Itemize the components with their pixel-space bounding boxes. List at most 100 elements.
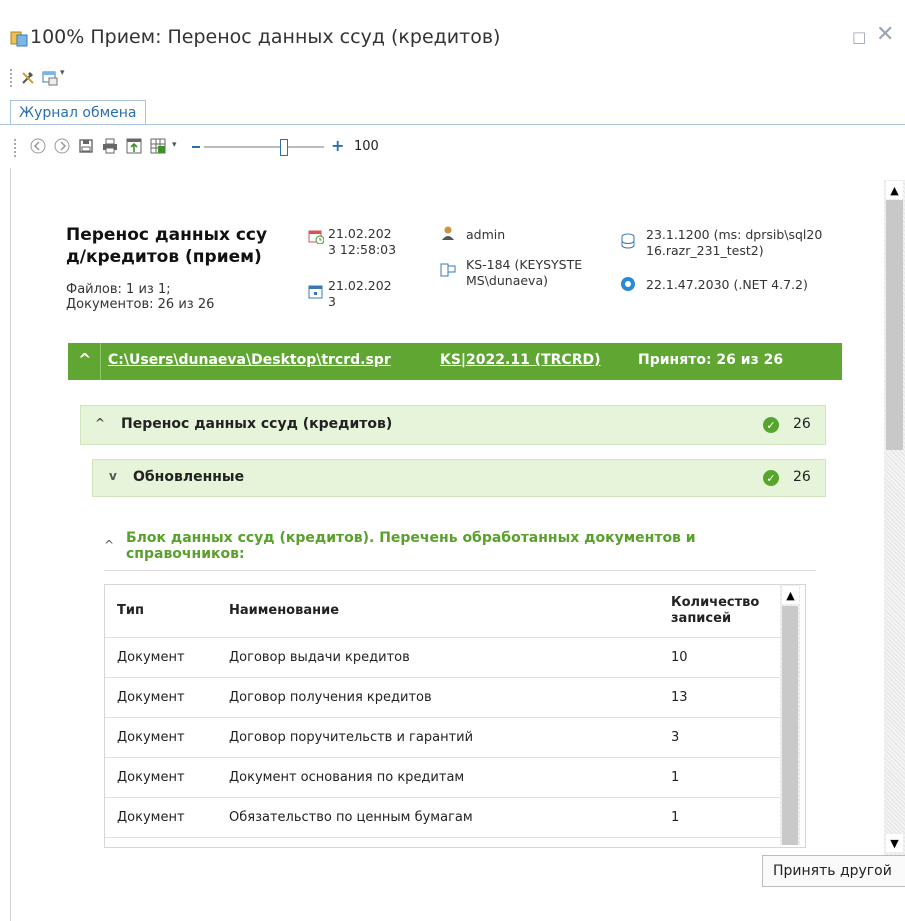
- window-dropdown-icon[interactable]: ▾: [60, 68, 65, 78]
- header-count-line1: Количество: [671, 595, 760, 610]
- end-date-line2: 3: [328, 294, 336, 309]
- report-title: Перенос данных ссу д/кредитов (прием): [66, 224, 286, 268]
- file-path-link[interactable]: C:\Users\dunaeva\Desktop\trcrd.spr: [108, 352, 391, 368]
- file-format-link[interactable]: KS|2022.11 (TRCRD): [440, 352, 601, 368]
- table-row[interactable]: Документ Договор выдачи кредитов 10: [105, 638, 781, 678]
- zoom-in-icon[interactable]: +: [331, 137, 344, 155]
- end-date-line1: 21.02.202: [328, 278, 392, 293]
- section-label: Обновленные: [133, 469, 245, 485]
- content-frame-border: [10, 168, 11, 921]
- zoom-out-icon[interactable]: [192, 146, 200, 148]
- cell-name: Обязательство по ценным бумагам: [229, 810, 473, 825]
- tab-divider: [0, 124, 905, 125]
- section-count: 26: [793, 416, 811, 432]
- toolbar-grip[interactable]: [10, 69, 15, 87]
- documents-count: Документов: 26 из 26: [66, 297, 215, 312]
- cell-type: Документ: [117, 730, 185, 745]
- table-export-icon[interactable]: [148, 136, 168, 156]
- content-scrollbar-thumb[interactable]: [886, 200, 903, 450]
- back-icon[interactable]: [28, 136, 48, 156]
- cell-name: Документ основания по кредитам: [229, 770, 465, 785]
- block-title: Блок данных ссуд (кредитов). Перечень об…: [126, 530, 696, 562]
- database-icon: [621, 233, 635, 249]
- window-icon[interactable]: [42, 70, 58, 86]
- section-transfer[interactable]: ^ Перенос данных ссуд (кредитов) ✓ 26: [80, 405, 826, 445]
- zoom-value: 100: [354, 139, 379, 154]
- computer-icon: [440, 263, 456, 277]
- app-icon: [10, 31, 28, 47]
- documents-table: Тип Наименование Количество записей Доку…: [104, 584, 806, 848]
- version-icon: [621, 277, 635, 291]
- cell-count: 10: [671, 650, 688, 665]
- cell-name: Договор выдачи кредитов: [229, 650, 410, 665]
- machine-line2: MS\dunaeva): [466, 273, 548, 288]
- db-line2: 16.razr_231_test2): [646, 243, 764, 258]
- cell-type: Документ: [117, 650, 185, 665]
- cell-count: 13: [671, 690, 688, 705]
- user-name: admin: [466, 227, 506, 242]
- collapse-chevron-icon[interactable]: ^: [95, 416, 105, 430]
- zoom-slider-thumb[interactable]: [280, 139, 288, 156]
- file-bar-divider: [100, 343, 101, 380]
- header-count[interactable]: Количество записей: [671, 595, 759, 627]
- user-icon: [442, 226, 454, 240]
- table-row[interactable]: Документ Обязательство по ценным бумагам…: [105, 798, 781, 838]
- scroll-down-arrow[interactable]: ▼: [886, 834, 903, 852]
- window-title: 100% Прием: Перенос данных ссуд (кредито…: [30, 26, 501, 48]
- collapse-chevron-icon[interactable]: ^: [78, 350, 91, 369]
- zoom-slider-track[interactable]: [204, 146, 324, 148]
- section-updated[interactable]: v Обновленные ✓ 26: [92, 459, 826, 497]
- toolbar-report: ▾ + 100: [14, 136, 494, 160]
- table-header-row: Тип Наименование Количество записей: [105, 585, 781, 638]
- toolbar-grip[interactable]: [14, 139, 19, 157]
- table-scroll-up-arrow[interactable]: ▲: [782, 586, 799, 604]
- tab-journal[interactable]: Журнал обмена: [10, 100, 146, 125]
- header-name[interactable]: Наименование: [229, 603, 339, 618]
- section-label: Перенос данных ссуд (кредитов): [121, 416, 393, 432]
- cell-type: Документ: [117, 770, 185, 785]
- cell-name: Договор поручительств и гарантий: [229, 730, 474, 745]
- expand-chevron-icon[interactable]: v: [109, 469, 117, 483]
- machine-name: KS-184 (KEYSYSTE MS\dunaeva): [466, 257, 582, 289]
- machine-line1: KS-184 (KEYSYSTE: [466, 257, 583, 272]
- collapse-chevron-icon[interactable]: ^: [104, 538, 114, 552]
- table-scrollbar-thumb[interactable]: [782, 606, 798, 845]
- export-icon[interactable]: [124, 136, 144, 156]
- version-info: 22.1.47.2030 (.NET 4.7.2): [646, 277, 808, 292]
- db-info: 23.1.1200 (ms: dprsib\sql20 16.razr_231_…: [646, 227, 822, 259]
- block-divider: [104, 570, 816, 571]
- start-date-line2: 3 12:58:03: [328, 242, 397, 257]
- accept-other-button[interactable]: Принять другой: [762, 855, 905, 887]
- maximize-button[interactable]: □: [852, 28, 866, 46]
- calendar-icon: [308, 230, 324, 244]
- db-line1: 23.1.1200 (ms: dprsib\sql20: [646, 227, 823, 242]
- save-icon[interactable]: [76, 136, 96, 156]
- tools-icon[interactable]: [20, 70, 36, 86]
- cell-name: Договор получения кредитов: [229, 690, 432, 705]
- print-icon[interactable]: [100, 136, 120, 156]
- export-dropdown-icon[interactable]: ▾: [172, 140, 177, 150]
- files-count: Файлов: 1 из 1;: [66, 282, 171, 297]
- start-date-line1: 21.02.202: [328, 226, 392, 241]
- header-type[interactable]: Тип: [117, 603, 144, 618]
- report-title-line2: д/кредитов (прием): [66, 247, 262, 267]
- report-title-line1: Перенос данных ссу: [66, 225, 268, 245]
- forward-icon[interactable]: [52, 136, 72, 156]
- file-bar[interactable]: ^ C:\Users\dunaeva\Desktop\trcrd.spr KS|…: [68, 343, 842, 380]
- table-row[interactable]: Документ Договор получения кредитов 13: [105, 678, 781, 718]
- toolbar-top: ▾: [8, 66, 308, 90]
- table-row[interactable]: Документ Договор поручительств и гаранти…: [105, 718, 781, 758]
- scroll-up-arrow[interactable]: ▲: [886, 181, 903, 199]
- close-button[interactable]: ✕: [876, 22, 894, 47]
- cell-count: 1: [671, 810, 680, 825]
- table-row[interactable]: Документ Документ основания по кредитам …: [105, 758, 781, 798]
- end-date: 21.02.202 3: [328, 278, 392, 310]
- file-accepted-status: Принято: 26 из 26: [638, 352, 784, 368]
- cell-type: Документ: [117, 810, 185, 825]
- section-count: 26: [793, 469, 811, 485]
- calendar-icon: [308, 285, 323, 299]
- header-count-line2: записей: [671, 611, 732, 626]
- check-icon: ✓: [763, 417, 779, 433]
- cell-count: 1: [671, 770, 680, 785]
- cell-type: Документ: [117, 690, 185, 705]
